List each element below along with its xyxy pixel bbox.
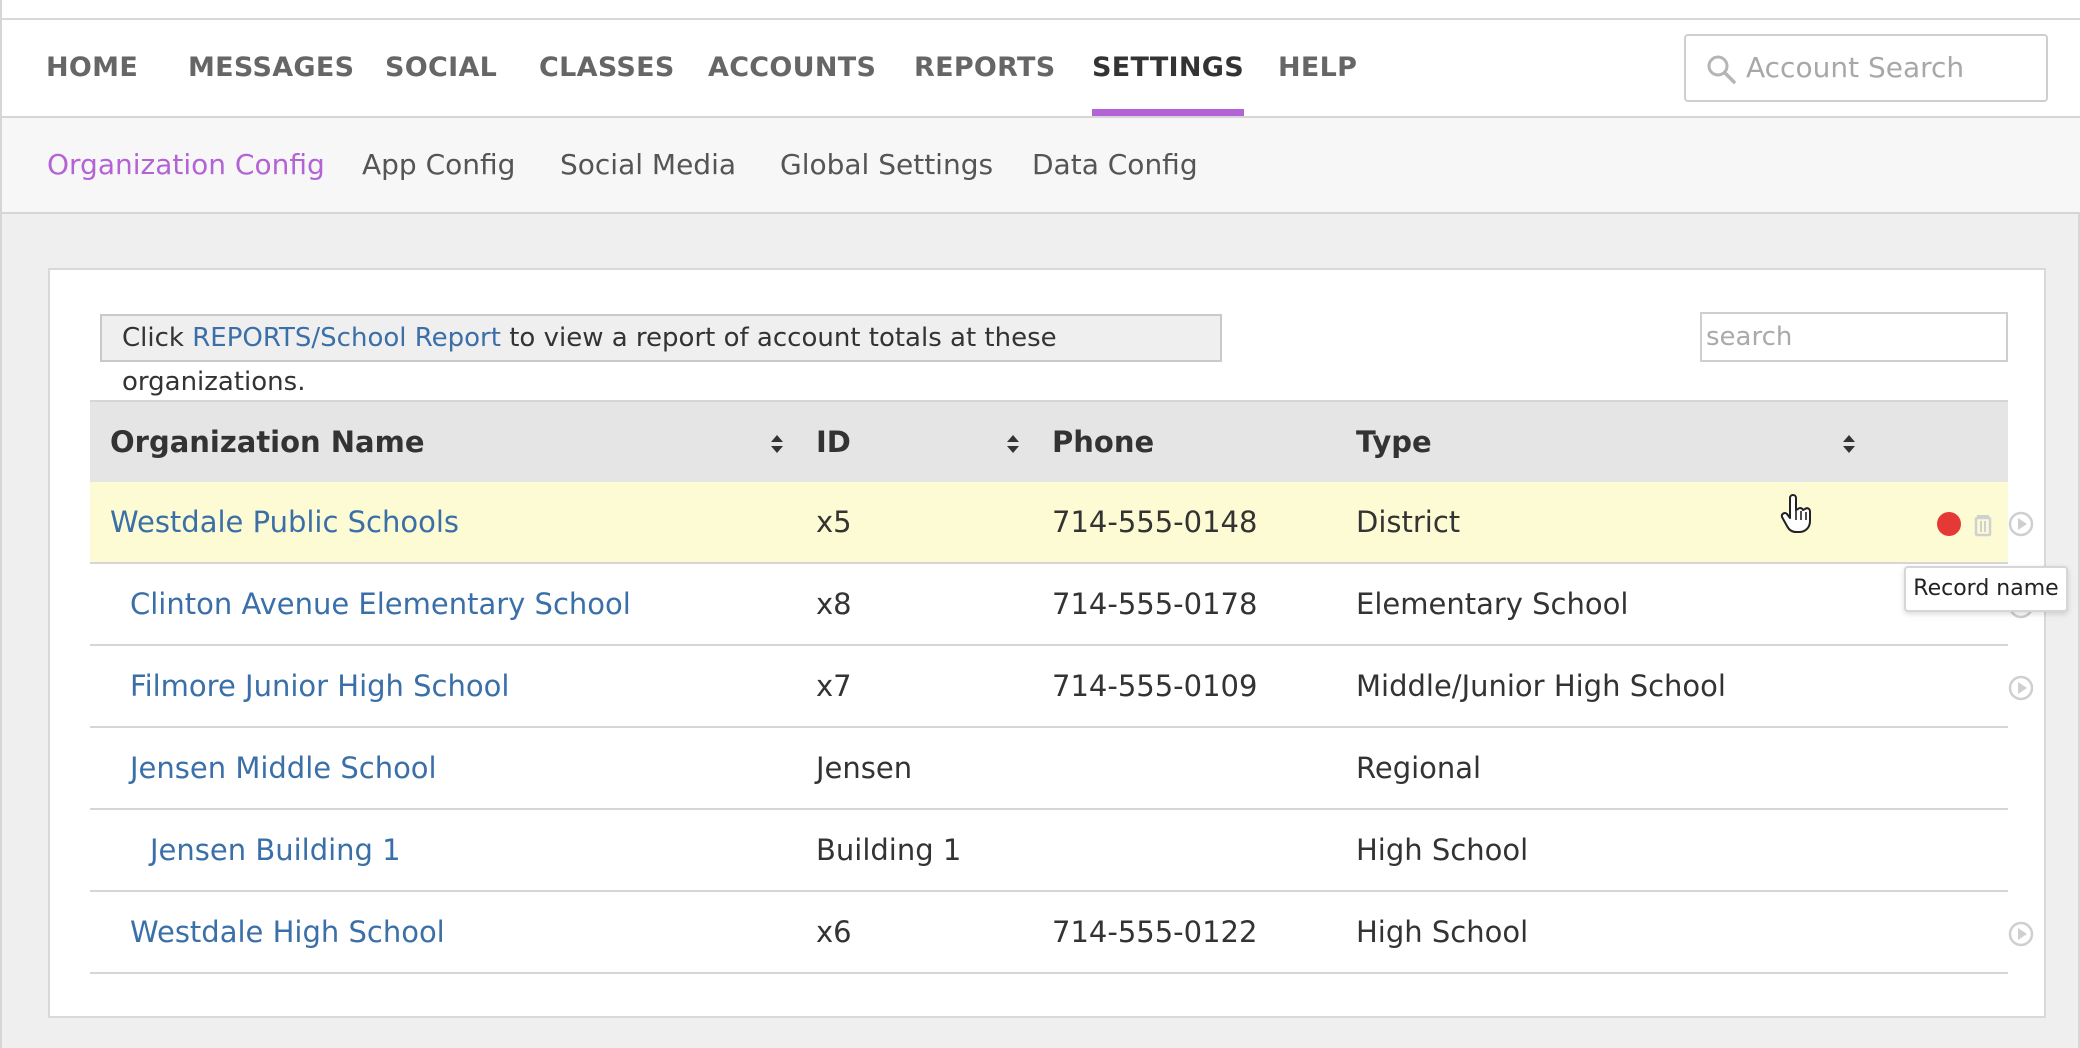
col-type[interactable]: Type <box>1356 402 1432 482</box>
organization-panel: Click REPORTS/School Report to view a re… <box>48 268 2046 1018</box>
account-search-placeholder: Account Search <box>1746 51 1965 84</box>
account-search-input[interactable]: Account Search <box>1684 34 2048 102</box>
table-search-input[interactable] <box>1702 314 2006 360</box>
org-name-link[interactable]: Clinton Avenue Elementary School <box>130 564 631 644</box>
org-type: District <box>1356 505 1461 539</box>
org-id: x7 <box>816 669 852 703</box>
report-notice: Click REPORTS/School Report to view a re… <box>100 314 1222 397</box>
col-phone[interactable]: Phone <box>1052 402 1154 482</box>
main-nav: HOME MESSAGES SOCIAL CLASSES ACCOUNTS RE… <box>2 20 2080 118</box>
nav-accounts[interactable]: ACCOUNTS <box>708 20 876 116</box>
org-name-link[interactable]: Jensen Building 1 <box>150 810 401 890</box>
nav-home[interactable]: HOME <box>46 20 138 116</box>
subnav-organization-config[interactable]: Organization Config <box>47 118 325 212</box>
col-id[interactable]: ID <box>816 402 851 482</box>
org-name-link[interactable]: Jensen Middle School <box>130 728 437 808</box>
school-report-link[interactable]: REPORTS/School Report <box>192 323 501 353</box>
nav-messages[interactable]: MESSAGES <box>188 20 354 116</box>
nav-settings[interactable]: SETTINGS <box>1092 20 1244 116</box>
org-id: x6 <box>816 915 852 949</box>
trash-icon[interactable] <box>1970 511 1996 537</box>
table-row[interactable]: Jensen Building 1 Building 1 High School <box>90 810 2008 892</box>
org-type: High School <box>1356 915 1529 949</box>
org-name-link[interactable]: Westdale High School <box>130 892 445 972</box>
table-row[interactable]: Clinton Avenue Elementary School x8 714-… <box>90 564 2034 646</box>
organization-table: Organization Name ID Phone Type Westdale… <box>90 400 2034 974</box>
table-row[interactable]: Westdale High School x6 714-555-0122 Hig… <box>90 892 2034 974</box>
org-phone: 714-555-0109 <box>1052 669 1258 703</box>
hand-cursor-icon <box>1780 494 1811 533</box>
org-name-link[interactable]: Westdale Public Schools <box>110 482 459 562</box>
table-header: Organization Name ID Phone Type <box>90 400 2008 482</box>
org-phone: 714-555-0148 <box>1052 505 1258 539</box>
nav-classes[interactable]: CLASSES <box>539 20 675 116</box>
org-id: x5 <box>816 505 852 539</box>
table-search <box>1700 312 2008 362</box>
org-type: Middle/Junior High School <box>1356 669 1726 703</box>
nav-help[interactable]: HELP <box>1278 20 1357 116</box>
play-icon[interactable] <box>2008 511 2034 537</box>
subnav-global-settings[interactable]: Global Settings <box>780 118 993 212</box>
sub-nav: Organization Config App Config Social Me… <box>2 118 2080 214</box>
org-id: Building 1 <box>816 833 962 867</box>
table-row[interactable]: Jensen Middle School Jensen Regional <box>90 728 2008 810</box>
org-phone: 714-555-0178 <box>1052 587 1258 621</box>
record-icon[interactable] <box>1936 511 1962 537</box>
notice-prefix: Click <box>122 323 193 353</box>
sort-icon[interactable] <box>770 434 784 454</box>
nav-reports[interactable]: REPORTS <box>914 20 1056 116</box>
subnav-social-media[interactable]: Social Media <box>560 118 736 212</box>
table-row[interactable]: Westdale Public Schools x5 714-555-0148 … <box>90 482 2034 564</box>
search-icon <box>1707 55 1736 84</box>
org-name-link[interactable]: Filmore Junior High School <box>130 646 509 726</box>
sort-icon[interactable] <box>1842 434 1856 454</box>
org-id: Jensen <box>816 751 913 785</box>
window-top-edge <box>2 0 2080 20</box>
org-id: x8 <box>816 587 852 621</box>
col-organization-name[interactable]: Organization Name <box>110 402 425 482</box>
table-row[interactable]: Filmore Junior High School x7 714-555-01… <box>90 646 2034 728</box>
subnav-data-config[interactable]: Data Config <box>1032 118 1198 212</box>
org-type: Elementary School <box>1356 587 1629 621</box>
org-phone: 714-555-0122 <box>1052 915 1258 949</box>
subnav-app-config[interactable]: App Config <box>362 118 515 212</box>
sort-icon[interactable] <box>1006 434 1020 454</box>
org-type: Regional <box>1356 751 1482 785</box>
nav-social[interactable]: SOCIAL <box>385 20 497 116</box>
record-name-tooltip: Record name <box>1904 566 2068 612</box>
app-frame: HOME MESSAGES SOCIAL CLASSES ACCOUNTS RE… <box>0 0 2080 1048</box>
play-icon[interactable] <box>2008 675 2034 701</box>
play-icon[interactable] <box>2008 921 2034 947</box>
org-type: High School <box>1356 833 1529 867</box>
